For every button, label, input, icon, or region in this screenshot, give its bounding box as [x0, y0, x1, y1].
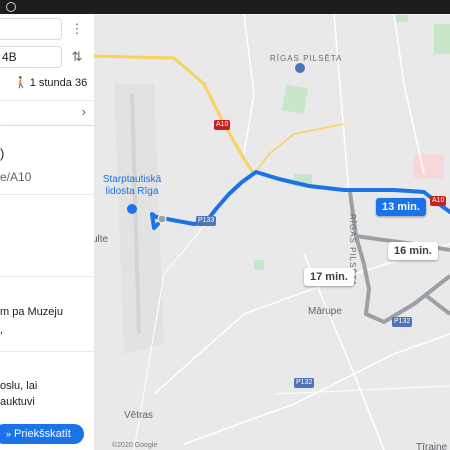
- step-road: e/A10: [0, 170, 32, 184]
- step-instruction: m pa Muzeju: [0, 306, 63, 318]
- route-steps-card: ) e/A10 m pa Muzeju , oslu, lai auktuvi: [0, 126, 94, 450]
- route-alt-link: [422, 292, 450, 316]
- airport-label: Starptautiskā lidosta Rīga: [94, 174, 170, 198]
- step-note-cont: auktuvi: [0, 396, 35, 408]
- divider: [0, 194, 94, 195]
- road: [393, 14, 425, 175]
- road-shield-p132: P132: [392, 317, 413, 327]
- airport-label-line1: Starptautiskā: [102, 174, 162, 185]
- preview-button[interactable]: » Priekšskatīt: [0, 424, 84, 444]
- map-copyright: ©2020 Google: [112, 442, 158, 449]
- more-options-icon[interactable]: ⋮: [70, 20, 84, 38]
- place-vetras: Vētras: [124, 410, 153, 421]
- road: [183, 333, 450, 445]
- start-point: [157, 214, 167, 224]
- road-shield-a10-right: A10: [430, 196, 447, 206]
- place-ulte: ulte: [94, 234, 109, 245]
- directions-panel: ⋮ 4B ⇅ 🚶 1 stunda 36 › ) e/A10 m pa Muzej…: [0, 14, 94, 450]
- walk-icon: 🚶: [14, 77, 28, 89]
- road-shield-p132-b: P132: [294, 378, 315, 388]
- route-time-16[interactable]: 16 min.: [388, 242, 438, 260]
- airport-pin: [127, 204, 137, 214]
- place-marupe: Mārupe: [308, 306, 342, 317]
- park: [434, 24, 450, 54]
- road-shield-p133: P133: [196, 216, 217, 226]
- browser-icon: [6, 2, 16, 12]
- route-time-13[interactable]: 13 min.: [376, 198, 426, 216]
- origin-field[interactable]: [0, 18, 62, 40]
- airport-label-line2: lidosta Rīga: [105, 186, 159, 197]
- preview-button-label: Priekšskatīt: [14, 428, 71, 440]
- duration-text: 1 stunda 36: [29, 77, 88, 89]
- step-instruction-cont: ,: [0, 324, 4, 336]
- urban-area: [414, 154, 444, 178]
- details-row[interactable]: ›: [0, 100, 94, 126]
- map-graphics: [94, 14, 450, 450]
- browser-top-bar: [0, 0, 450, 14]
- district-label: RĪGAS PILSĒTA: [270, 54, 343, 63]
- park: [254, 260, 264, 270]
- double-chevron-icon: »: [6, 429, 12, 439]
- step-header: ): [0, 146, 5, 161]
- place-tiraine: Tīraine: [416, 442, 448, 450]
- divider: [0, 351, 94, 352]
- swap-icon[interactable]: ⇅: [70, 48, 84, 66]
- destination-field[interactable]: 4B: [0, 46, 62, 68]
- park: [394, 14, 408, 22]
- road-shield-a10: A10: [214, 120, 231, 130]
- map-canvas[interactable]: RĪGAS PILSĒTA RĪGAS PILSĒTA Starptautisk…: [94, 14, 450, 450]
- divider: [0, 276, 94, 277]
- road: [243, 14, 255, 155]
- bus-stop-icon: [295, 63, 305, 73]
- park: [281, 84, 309, 114]
- highway-ramp: [253, 123, 345, 175]
- route-time-17[interactable]: 17 min.: [304, 268, 354, 286]
- step-note: oslu, lai: [0, 380, 38, 392]
- trip-duration: 🚶 1 stunda 36: [14, 76, 87, 89]
- road: [333, 14, 350, 195]
- chevron-right-icon[interactable]: ›: [82, 104, 86, 119]
